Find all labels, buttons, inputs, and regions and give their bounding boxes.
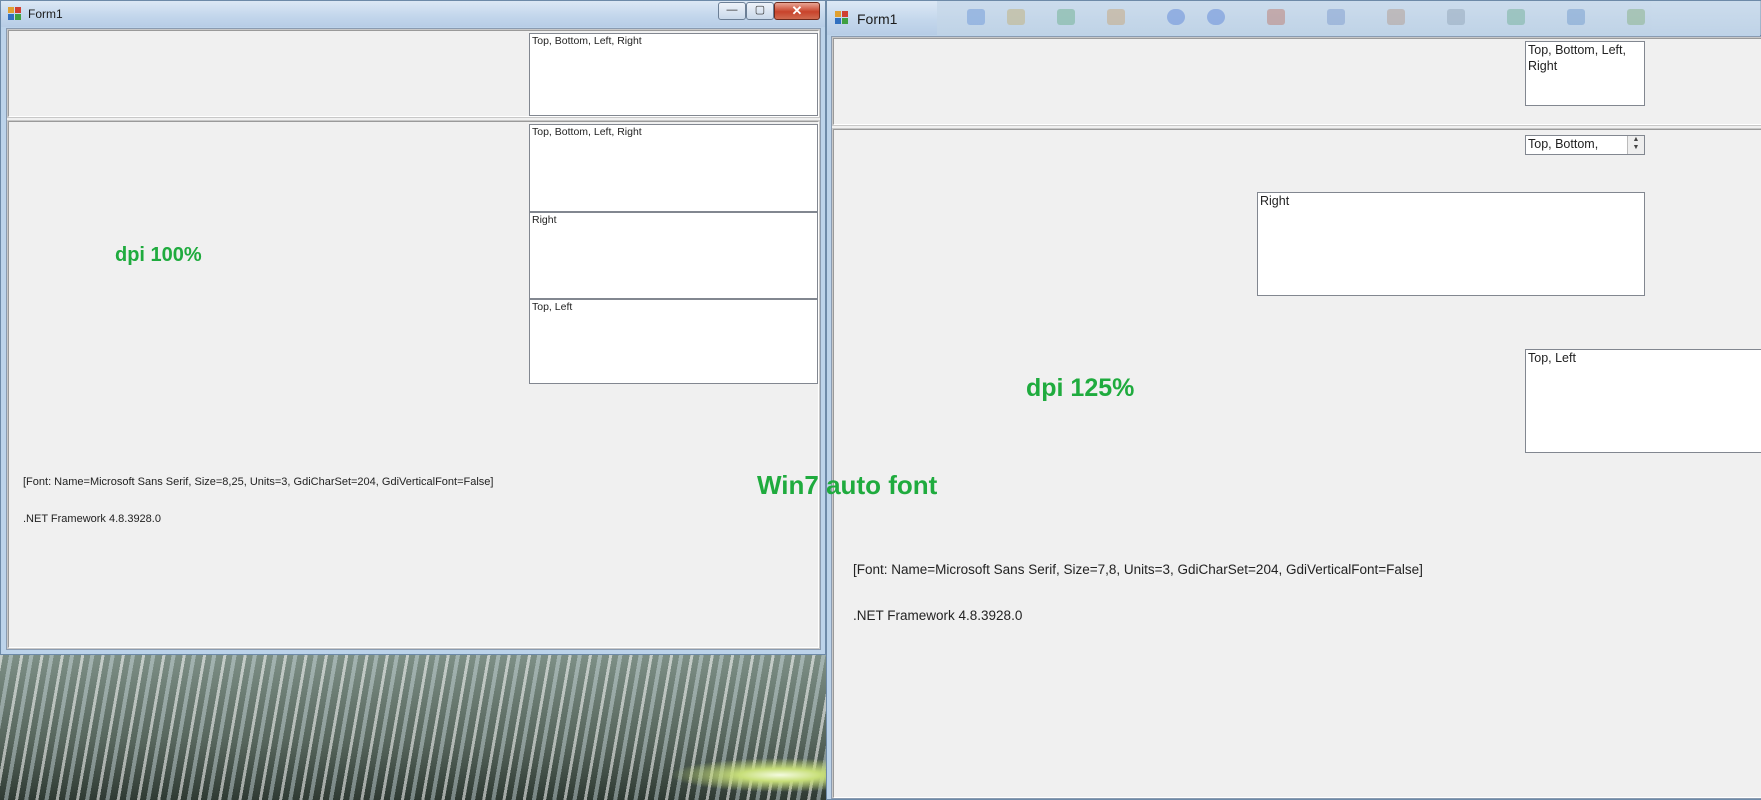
textbox-text: Top, Bottom, — [1528, 137, 1599, 151]
desktop-wallpaper — [0, 655, 826, 800]
toolbar-icon — [1007, 9, 1025, 25]
top-panel: Top, Bottom, Left, Right — [832, 37, 1761, 126]
toolbar-icon — [967, 9, 985, 25]
top-panel: Top, Bottom, Left, Right — [7, 29, 820, 118]
app-icon — [835, 11, 849, 25]
dpi-label: dpi 100% — [115, 244, 202, 266]
toolbar-icon — [1167, 9, 1185, 25]
toolbar-icon — [1627, 9, 1645, 25]
textbox-top-anchor-all[interactable]: Top, Bottom, Left, Right — [529, 33, 818, 116]
maximize-button[interactable]: ▢ — [746, 2, 774, 20]
window-title: Form1 — [28, 7, 63, 21]
form-client-area: Top, Bottom, Left, Right Top, Bottom, Le… — [6, 28, 821, 650]
toolbar-icon — [1567, 9, 1585, 25]
form1-window-dpi125[interactable]: Form1 Top, Bottom, Left, Right Top, Bott… — [826, 0, 1761, 800]
form1-window-dpi100[interactable]: Form1 — ▢ ✕ Top, Bottom, Left, Right Top… — [0, 0, 826, 655]
win7-auto-font-label: Win7 auto font — [757, 470, 938, 500]
framework-label: .NET Framework 4.8.3928.0 — [23, 513, 161, 525]
close-button[interactable]: ✕ — [774, 2, 820, 20]
font-info-label: [Font: Name=Microsoft Sans Serif, Size=8… — [23, 476, 494, 488]
title-bar[interactable]: Form1 — [827, 1, 937, 35]
toolbar-icon — [1207, 9, 1225, 25]
minimize-button[interactable]: — — [718, 2, 746, 20]
textbox-anchor-all[interactable]: Top, Bottom, Left, Right — [529, 124, 818, 212]
app-icon — [8, 7, 22, 21]
main-panel: Top, Bottom, ▲ ▼ Right Top, Left dpi 125%… — [832, 128, 1761, 798]
window-title: Form1 — [857, 11, 898, 27]
framework-label: .NET Framework 4.8.3928.0 — [853, 608, 1023, 623]
main-panel: Top, Bottom, Left, Right Right Top, Left… — [7, 120, 820, 649]
toolbar-icon — [1447, 9, 1465, 25]
toolbar-icon — [1057, 9, 1075, 25]
toolbar-icon — [1507, 9, 1525, 25]
background-toolbar — [937, 1, 1761, 35]
dpi-label: dpi 125% — [1026, 374, 1135, 402]
textbox-top-anchor-all[interactable]: Top, Bottom, Left, Right — [1525, 41, 1645, 106]
toolbar-icon — [1107, 9, 1125, 25]
textbox-anchor-top-left[interactable]: Top, Left — [1525, 349, 1761, 453]
font-info-label: [Font: Name=Microsoft Sans Serif, Size=7… — [853, 562, 1423, 577]
textbox-anchor-right[interactable]: Right — [1257, 192, 1645, 296]
toolbar-icon — [1267, 9, 1285, 25]
textbox-anchor-top-left[interactable]: Top, Left — [529, 299, 818, 384]
textbox-anchor-right[interactable]: Right — [529, 212, 818, 299]
textbox-anchor-all-small[interactable]: Top, Bottom, ▲ ▼ — [1525, 135, 1645, 155]
toolbar-icon — [1387, 9, 1405, 25]
toolbar-icon — [1327, 9, 1345, 25]
title-bar[interactable]: Form1 — ▢ ✕ — [1, 1, 825, 27]
scroll-arrows-icon[interactable]: ▲ ▼ — [1627, 136, 1644, 154]
form-client-area: Top, Bottom, Left, Right Top, Bottom, ▲ ▼… — [831, 36, 1761, 799]
